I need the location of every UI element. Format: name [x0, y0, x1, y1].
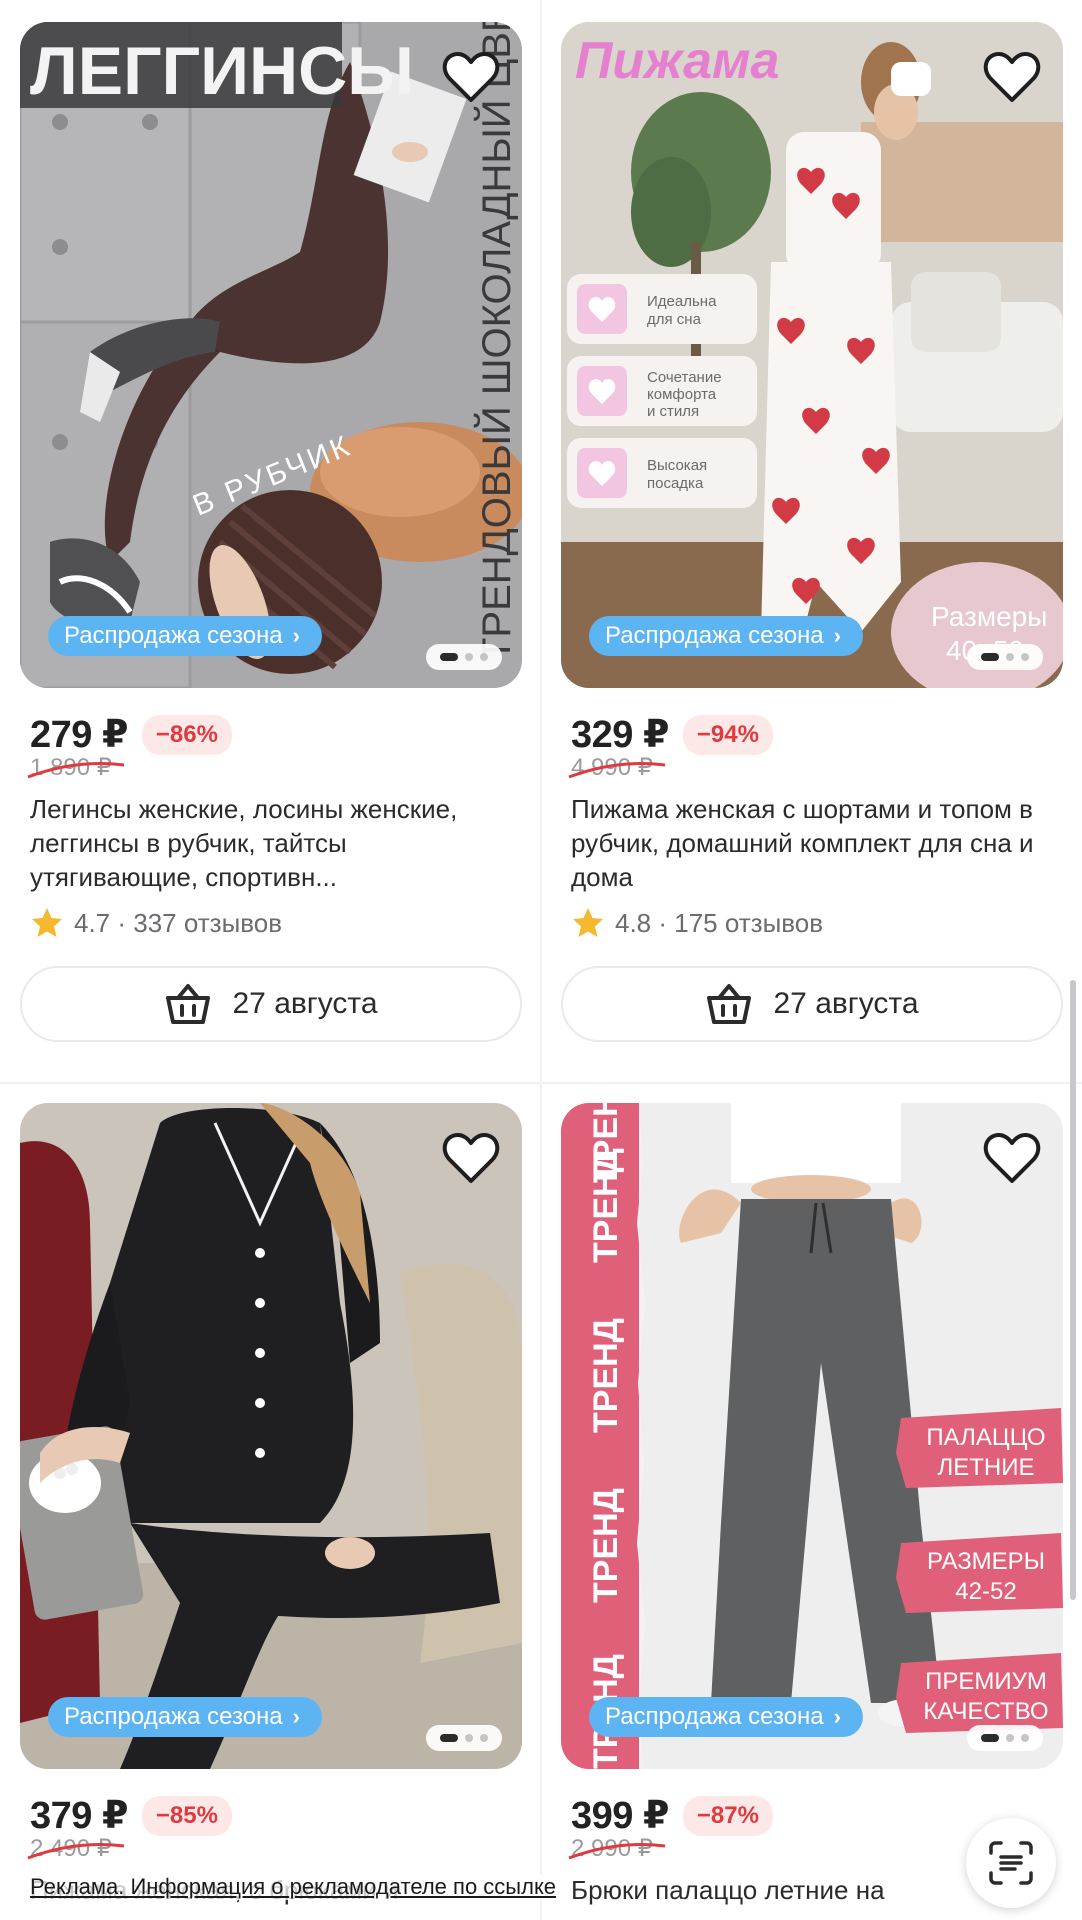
discount-badge: −94%: [682, 714, 773, 755]
scan-search-button[interactable]: [966, 1818, 1056, 1908]
price-row: 279 ₽ −86%: [20, 712, 522, 757]
svg-text:ЛЕТНИЕ: ЛЕТНИЕ: [937, 1454, 1034, 1481]
current-price: 279 ₽: [30, 714, 128, 756]
photo-pager-dots[interactable]: [967, 1725, 1043, 1751]
favorite-heart-icon[interactable]: [442, 50, 500, 104]
ad-notice[interactable]: Реклама. Информация о рекламодателе по с…: [30, 1874, 557, 1900]
add-to-cart-button[interactable]: 27 августа: [20, 966, 522, 1042]
svg-text:Идеальна: Идеальна: [647, 293, 717, 310]
svg-text:Сочетание: Сочетание: [647, 369, 722, 386]
favorite-heart-icon[interactable]: [983, 50, 1041, 104]
product-card-pajama-hearts[interactable]: Пижама Идеальна для сна Сочетание комфорта…: [561, 22, 1063, 1042]
photo-pager-dots[interactable]: [426, 1725, 502, 1751]
scan-search-icon: [989, 1841, 1033, 1885]
svg-text:42-52: 42-52: [955, 1578, 1016, 1605]
leggings-headline: ЛЕГГИНСЫ: [30, 33, 414, 109]
svg-text:ПРЕМИУМ: ПРЕМИУМ: [925, 1668, 1047, 1695]
chevron-right-icon: ›: [292, 623, 300, 648]
svg-text:для сна: для сна: [647, 311, 702, 328]
row-divider: [0, 1082, 1082, 1084]
product-photo[interactable]: Пижама Идеальна для сна Сочетание комфорта…: [561, 22, 1063, 688]
current-price: 379 ₽: [30, 1795, 128, 1837]
photo-pager-dots[interactable]: [967, 644, 1043, 670]
product-card-leggings[interactable]: ЛЕГГИНСЫ ТРЕНДОВЫЙ ШОКОЛАДНЫЙ ЦВЕТ В РУБ…: [20, 22, 522, 1042]
old-price: 2 990 ₽: [561, 1834, 666, 1863]
promo-label: Распродажа сезона: [64, 622, 283, 649]
promo-label: Распродажа сезона: [605, 1703, 824, 1730]
promo-label: Распродажа сезона: [64, 1703, 283, 1730]
leggings-photo: ЛЕГГИНСЫ ТРЕНДОВЫЙ ШОКОЛАДНЫЙ ЦВЕТ В РУБ…: [20, 22, 522, 688]
svg-text:ТРЕНД: ТРЕНД: [587, 1318, 625, 1433]
price-row: 379 ₽ −85%: [20, 1793, 522, 1838]
svg-text:КАЧЕСТВО: КАЧЕСТВО: [923, 1698, 1048, 1725]
basket-icon: [166, 984, 211, 1024]
old-price: 4 990 ₽: [561, 753, 666, 782]
black-pajama-photo: [20, 1103, 522, 1769]
season-sale-badge[interactable]: Распродажа сезона ›: [48, 1697, 322, 1737]
product-title[interactable]: Легинсы женские, лосины женские, леггинс…: [20, 792, 522, 894]
season-sale-badge[interactable]: Распродажа сезона ›: [589, 1697, 863, 1737]
column-divider: [540, 0, 542, 1920]
chevron-right-icon: ›: [833, 1704, 841, 1729]
product-photo[interactable]: ТРЕНД ТРЕНД ТРЕНД ТРЕНД ТРЕНД ПАЛАЦЦОЛЕТ…: [561, 1103, 1063, 1769]
rating-text: 4.7 · 337 отзывов: [74, 907, 283, 938]
svg-text:ТРЕНД: ТРЕНД: [587, 1488, 625, 1603]
price-row: 329 ₽ −94%: [561, 712, 1063, 757]
product-title[interactable]: Пижама женская с шортами и топом в рубчи…: [561, 792, 1063, 894]
chevron-right-icon: ›: [292, 1704, 300, 1729]
delivery-date: 27 августа: [232, 987, 378, 1020]
svg-text:ТРЕНДОВЫЙ ШОКОЛАДНЫЙ ЦВЕТ: ТРЕНДОВЫЙ ШОКОЛАДНЫЙ ЦВЕТ: [473, 22, 519, 662]
favorite-heart-icon[interactable]: [442, 1131, 500, 1185]
promo-label: Распродажа сезона: [605, 622, 824, 649]
old-price: 1 890 ₽: [20, 753, 125, 782]
current-price: 329 ₽: [571, 714, 669, 756]
season-sale-badge[interactable]: Распродажа сезона ›: [589, 616, 863, 656]
discount-badge: −87%: [682, 1795, 773, 1836]
discount-badge: −85%: [141, 1795, 232, 1836]
product-photo[interactable]: Распродажа сезона ›: [20, 1103, 522, 1769]
palazzo-photo: ТРЕНД ТРЕНД ТРЕНД ТРЕНД ТРЕНД ПАЛАЦЦОЛЕТ…: [561, 1103, 1063, 1769]
svg-text:Размеры: Размеры: [931, 601, 1047, 632]
add-to-cart-button[interactable]: 27 августа: [561, 966, 1063, 1042]
chevron-right-icon: ›: [833, 623, 841, 648]
product-card-black-pajama[interactable]: Распродажа сезона › 379 ₽ −85% 2 490 ₽ П…: [20, 1103, 522, 1920]
star-icon: [32, 908, 62, 937]
favorite-heart-icon[interactable]: [983, 1131, 1041, 1185]
discount-badge: −86%: [141, 714, 232, 755]
old-price: 2 490 ₽: [20, 1834, 125, 1863]
product-grid: ЛЕГГИНСЫ ТРЕНДОВЫЙ ШОКОЛАДНЫЙ ЦВЕТ В РУБ…: [0, 0, 1082, 1920]
pajama-photo: Пижама Идеальнадля сна Сочетаниекомфорта…: [561, 22, 1063, 688]
basket-icon: [707, 984, 752, 1024]
svg-text:посадка: посадка: [647, 475, 704, 492]
svg-text:ПАЛАЦЦО: ПАЛАЦЦО: [926, 1424, 1045, 1451]
photo-pager-dots[interactable]: [426, 644, 502, 670]
svg-text:РАЗМЕРЫ: РАЗМЕРЫ: [927, 1548, 1045, 1575]
svg-text:Пижама: Пижама: [575, 32, 779, 90]
star-icon: [573, 908, 603, 937]
svg-text:Высокая: Высокая: [647, 457, 707, 474]
svg-text:ТРЕНД: ТРЕНД: [587, 1103, 625, 1183]
rating-row[interactable]: 4.8 · 175 отзывов: [561, 906, 1063, 940]
rating-row[interactable]: 4.7 · 337 отзывов: [20, 906, 522, 940]
scrollbar[interactable]: [1070, 980, 1076, 1600]
product-card-palazzo-pants[interactable]: ТРЕНД ТРЕНД ТРЕНД ТРЕНД ТРЕНД ПАЛАЦЦОЛЕТ…: [561, 1103, 1063, 1920]
delivery-date: 27 августа: [773, 987, 919, 1020]
svg-text:и стиля: и стиля: [647, 403, 699, 420]
svg-text:комфорта: комфорта: [647, 386, 717, 403]
rating-text: 4.8 · 175 отзывов: [615, 907, 824, 938]
product-photo[interactable]: ЛЕГГИНСЫ ТРЕНДОВЫЙ ШОКОЛАДНЫЙ ЦВЕТ В РУБ…: [20, 22, 522, 688]
current-price: 399 ₽: [571, 1795, 669, 1837]
season-sale-badge[interactable]: Распродажа сезона ›: [48, 616, 322, 656]
